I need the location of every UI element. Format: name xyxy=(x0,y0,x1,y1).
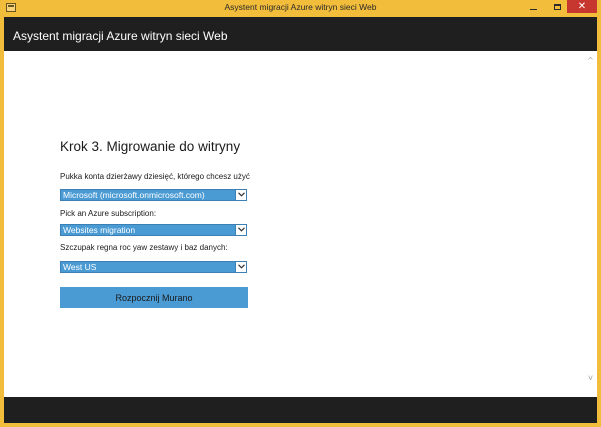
tenant-label: Pukka konta dzierżawy dziesięć, którego … xyxy=(60,172,250,181)
region-select[interactable]: West US xyxy=(60,261,247,273)
subscription-select[interactable]: Websites migration xyxy=(60,224,247,236)
start-migration-button[interactable]: Rozpocznij Murano xyxy=(60,287,248,308)
app-header-title: Asystent migracji Azure witryn sieci Web xyxy=(13,29,228,43)
app-window: Asystent migracji Azure witryn sieci Web… xyxy=(0,0,601,427)
chevron-down-icon[interactable] xyxy=(235,190,246,200)
maximize-button[interactable] xyxy=(545,0,569,13)
close-icon: ✕ xyxy=(577,1,587,12)
app-header: Asystent migracji Azure witryn sieci Web xyxy=(4,17,597,51)
region-label: Szczupak regna roc yaw zestawy i baz dan… xyxy=(60,243,228,252)
chevron-down-icon[interactable] xyxy=(235,262,246,272)
vertical-scrollbar[interactable]: ^ v xyxy=(585,55,597,387)
minimize-button[interactable] xyxy=(521,0,545,13)
maximize-icon xyxy=(553,3,561,10)
region-select-value: West US xyxy=(63,262,97,272)
window-title: Asystent migracji Azure witryn sieci Web xyxy=(224,2,377,12)
client-area: Asystent migracji Azure witryn sieci Web… xyxy=(4,17,597,423)
minimize-icon xyxy=(529,8,537,10)
close-button[interactable]: ✕ xyxy=(567,0,597,13)
scroll-up-icon[interactable]: ^ xyxy=(587,57,594,65)
subscription-label: Pick an Azure subscription: xyxy=(60,209,157,218)
tenant-select[interactable]: Microsoft (microsoft.onmicrosoft.com) xyxy=(60,189,247,201)
scroll-down-icon[interactable]: v xyxy=(587,374,594,382)
subscription-select-value: Websites migration xyxy=(63,225,136,235)
chevron-down-icon[interactable] xyxy=(235,225,246,235)
step-heading: Krok 3. Migrowanie do witryny xyxy=(60,139,241,154)
app-footer xyxy=(4,397,597,423)
tenant-select-value: Microsoft (microsoft.onmicrosoft.com) xyxy=(63,190,205,200)
window-title-bar[interactable]: Asystent migracji Azure witryn sieci Web… xyxy=(0,0,601,16)
